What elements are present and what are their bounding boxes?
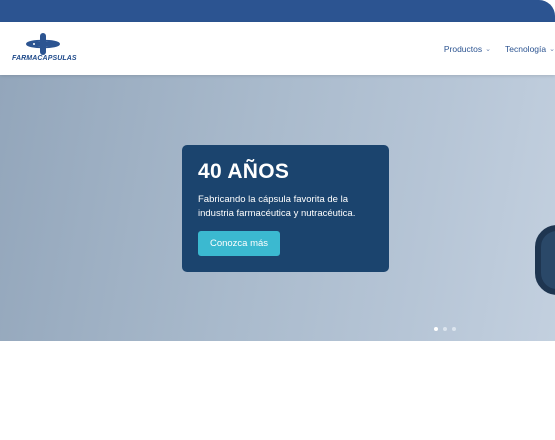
cross-capsule-logo-icon (26, 33, 60, 55)
chevron-down-icon: ⌄ (485, 46, 491, 53)
nav-item-productos[interactable]: Productos ⌄ (444, 44, 491, 54)
hero-text: Fabricando la cápsula favorita de la ind… (198, 194, 356, 219)
chevron-down-icon: ⌄ (549, 46, 555, 53)
hero-slider: 40 AÑOS Fabricando la cápsula favorita d… (0, 75, 555, 341)
top-bar (0, 0, 555, 22)
main-navbar: FARMACAPSULAS Productos ⌄ Tecnología ⌄ (0, 22, 555, 75)
slider-dot[interactable] (452, 327, 456, 331)
brand-name: FARMACAPSULAS (12, 55, 77, 62)
nav-item-label: Productos (443, 44, 483, 54)
nav-item-tecnologia[interactable]: Tecnología ⌄ (505, 44, 555, 54)
slider-dot[interactable] (443, 327, 447, 331)
slider-pagination (434, 327, 456, 331)
main-menu: Productos ⌄ Tecnología ⌄ (444, 44, 555, 54)
learn-more-button[interactable]: Conozca más (198, 231, 280, 256)
brand-logo[interactable]: FARMACAPSULAS (12, 33, 77, 65)
nav-item-label: Tecnología (505, 44, 547, 54)
hero-background-object (535, 225, 555, 295)
hero-card: 40 AÑOS Fabricando la cápsula favorita d… (182, 145, 389, 272)
slider-dot[interactable] (434, 327, 438, 331)
hero-title: 40 AÑOS (198, 160, 290, 183)
